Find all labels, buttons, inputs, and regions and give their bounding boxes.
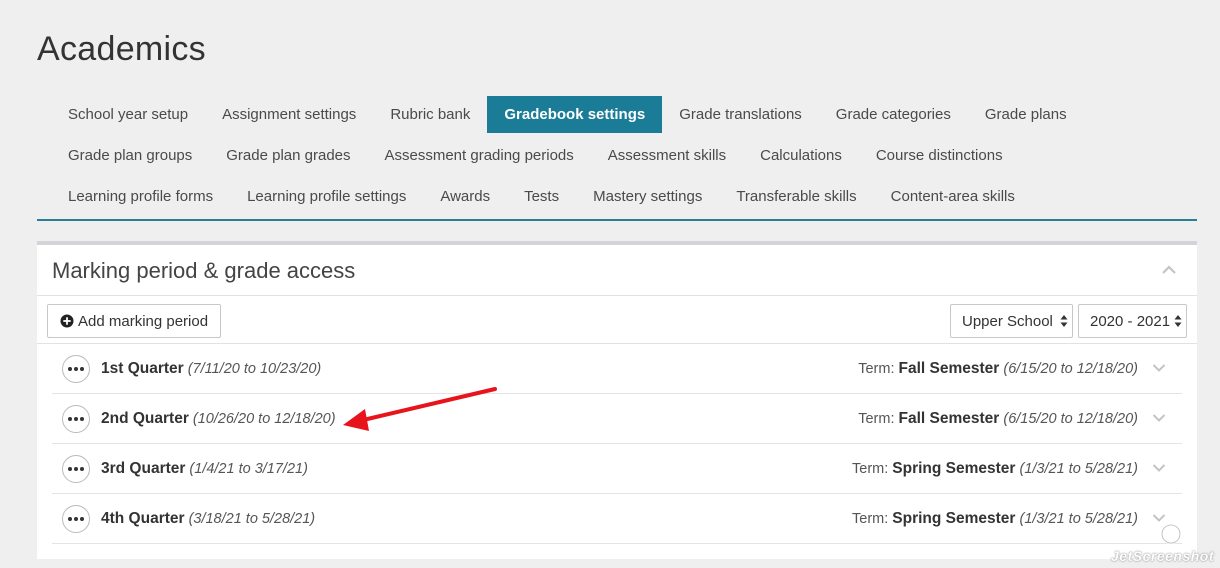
tab-row: Grade plan groups Grade plan grades Asse… [51, 137, 1197, 178]
term-name: Spring Semester [892, 510, 1016, 527]
term-label: Term: [852, 511, 889, 527]
school-select-value: Upper School [962, 312, 1053, 330]
tab-grade-categories[interactable]: Grade categories [819, 96, 968, 133]
settings-tab-bar: School year setup Assignment settings Ru… [37, 96, 1197, 221]
tab-learning-profile-settings[interactable]: Learning profile settings [230, 178, 423, 215]
marking-period-list: 1st Quarter (7/11/20 to 10/23/20) Term: F… [37, 344, 1197, 544]
panel-toolbar: Add marking period Upper School 2020 - 2… [37, 296, 1197, 344]
marking-period-panel: Marking period & grade access Add markin… [37, 241, 1197, 559]
tab-grade-translations[interactable]: Grade translations [662, 96, 819, 133]
tab-mastery-settings[interactable]: Mastery settings [576, 178, 719, 215]
tab-calculations[interactable]: Calculations [743, 137, 859, 174]
term-dates: (1/3/21 to 5/28/21) [1019, 461, 1139, 477]
term-name: Fall Semester [898, 360, 1000, 377]
marking-period-row: 2nd Quarter (10/26/20 to 12/18/20) Term: … [52, 394, 1182, 444]
marking-period-name: 1st Quarter [101, 360, 184, 377]
select-arrows-icon [1174, 315, 1182, 327]
term-info: Term: Spring Semester (1/3/21 to 5/28/21… [852, 510, 1138, 528]
chevron-up-icon[interactable] [1161, 263, 1177, 275]
marking-period-row: 4th Quarter (3/18/21 to 5/28/21) Term: Sp… [52, 494, 1182, 544]
marking-period-dates: (10/26/20 to 12/18/20) [192, 411, 336, 427]
tab-course-distinctions[interactable]: Course distinctions [859, 137, 1020, 174]
tab-content-area-skills[interactable]: Content-area skills [874, 178, 1032, 215]
term-label: Term: [852, 461, 889, 477]
school-year-select-value: 2020 - 2021 [1090, 312, 1171, 330]
chevron-down-icon[interactable] [1152, 463, 1166, 473]
page-title: Academics [37, 30, 206, 68]
ellipsis-icon[interactable] [62, 505, 90, 533]
tab-school-year-setup[interactable]: School year setup [51, 96, 205, 133]
watermark: JetScreenshot [1111, 548, 1214, 564]
school-select[interactable]: Upper School [950, 304, 1073, 338]
marking-period-row: 1st Quarter (7/11/20 to 10/23/20) Term: F… [52, 344, 1182, 394]
term-label: Term: [858, 411, 895, 427]
tab-grade-plan-groups[interactable]: Grade plan groups [51, 137, 209, 174]
select-arrows-icon [1060, 315, 1068, 327]
tab-awards[interactable]: Awards [423, 178, 507, 215]
tab-grade-plans[interactable]: Grade plans [968, 96, 1084, 133]
tab-assessment-skills[interactable]: Assessment skills [591, 137, 743, 174]
marking-period-row: 3rd Quarter (1/4/21 to 3/17/21) Term: Spr… [52, 444, 1182, 494]
term-dates: (6/15/20 to 12/18/20) [1003, 411, 1138, 427]
tab-learning-profile-forms[interactable]: Learning profile forms [51, 178, 230, 215]
marking-period-name: 3rd Quarter [101, 460, 186, 477]
tab-assignment-settings[interactable]: Assignment settings [205, 96, 373, 133]
ellipsis-icon[interactable] [62, 405, 90, 433]
tab-rubric-bank[interactable]: Rubric bank [373, 96, 487, 133]
camera-logo-icon [1160, 523, 1182, 545]
tab-assessment-grading-periods[interactable]: Assessment grading periods [368, 137, 591, 174]
add-marking-period-label: Add marking period [78, 312, 209, 330]
marking-period-dates: (1/4/21 to 3/17/21) [189, 461, 308, 477]
tab-row: Learning profile forms Learning profile … [51, 178, 1197, 219]
marking-period-dates: (3/18/21 to 5/28/21) [188, 511, 316, 527]
tab-transferable-skills[interactable]: Transferable skills [719, 178, 873, 215]
term-dates: (1/3/21 to 5/28/21) [1019, 511, 1139, 527]
term-info: Term: Fall Semester (6/15/20 to 12/18/20… [858, 360, 1138, 378]
term-info: Term: Fall Semester (6/15/20 to 12/18/20… [858, 410, 1138, 428]
ellipsis-icon[interactable] [62, 355, 90, 383]
plus-circle-icon [60, 314, 74, 328]
chevron-down-icon[interactable] [1152, 413, 1166, 423]
tab-gradebook-settings[interactable]: Gradebook settings [487, 96, 663, 133]
panel-title: Marking period & grade access [52, 258, 356, 283]
add-marking-period-button[interactable]: Add marking period [47, 304, 222, 338]
term-info: Term: Spring Semester (1/3/21 to 5/28/21… [852, 460, 1138, 478]
term-name: Fall Semester [898, 410, 1000, 427]
term-name: Spring Semester [892, 460, 1016, 477]
chevron-down-icon[interactable] [1152, 363, 1166, 373]
marking-period-name: 4th Quarter [101, 510, 185, 527]
marking-period-dates: (7/11/20 to 10/23/20) [187, 361, 322, 377]
term-dates: (6/15/20 to 12/18/20) [1003, 361, 1138, 377]
panel-header: Marking period & grade access [37, 245, 1197, 296]
ellipsis-icon[interactable] [62, 455, 90, 483]
tab-tests[interactable]: Tests [507, 178, 576, 215]
term-label: Term: [858, 361, 895, 377]
tab-row: School year setup Assignment settings Ru… [51, 96, 1197, 137]
tab-grade-plan-grades[interactable]: Grade plan grades [209, 137, 367, 174]
school-year-select[interactable]: 2020 - 2021 [1078, 304, 1187, 338]
marking-period-name: 2nd Quarter [101, 410, 189, 427]
